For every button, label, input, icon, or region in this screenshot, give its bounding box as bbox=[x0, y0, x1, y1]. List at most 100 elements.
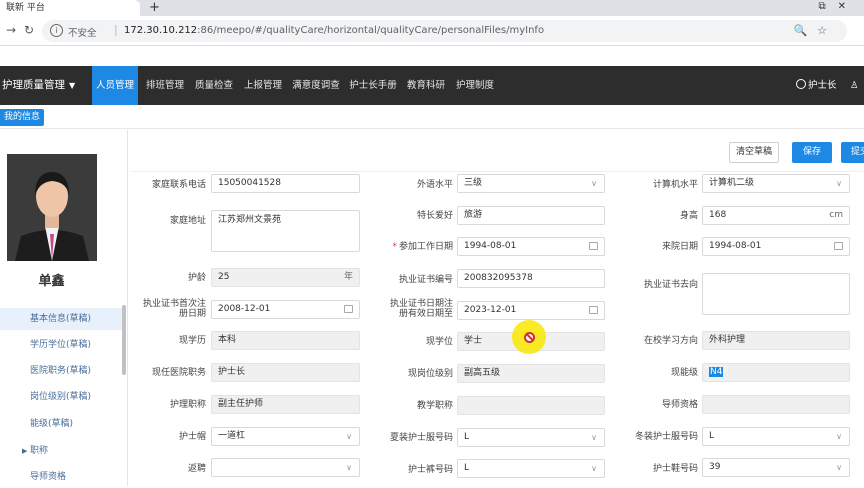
chevron-down-icon: ∨ bbox=[591, 179, 597, 188]
ability-level-input[interactable]: N4 bbox=[702, 363, 850, 382]
computer-select[interactable]: 计算机二级 ∨ bbox=[702, 174, 850, 193]
page-tabs: 我的信息 bbox=[0, 105, 864, 129]
url-text[interactable]: 172.30.10.212:86/meepo/#/qualityCare/hor… bbox=[124, 25, 544, 36]
brand-menu[interactable]: 护理质量管理 ▼ bbox=[0, 66, 75, 105]
post-level-input: 副高五级 bbox=[457, 364, 605, 383]
calendar-icon bbox=[834, 242, 843, 250]
clear-draft-button[interactable]: 清空草稿 bbox=[729, 142, 779, 163]
browser-tab[interactable]: 联新 平台 bbox=[0, 0, 140, 16]
nav-label: 质量检查 bbox=[194, 80, 233, 91]
hobby-value: 旅游 bbox=[464, 210, 483, 220]
nav-item-quality[interactable]: 质量检查 bbox=[191, 66, 237, 105]
nav-item-survey[interactable]: 满意度调查 bbox=[289, 66, 343, 105]
chevron-down-icon: ∨ bbox=[836, 179, 842, 188]
rehire-label: 返聘 bbox=[187, 464, 206, 474]
foreign-lang-select[interactable]: 三级 ∨ bbox=[457, 174, 605, 193]
computer-value: 计算机二级 bbox=[709, 178, 755, 188]
nav-item-policy[interactable]: 护理制度 bbox=[452, 66, 498, 105]
license-first-label: 执业证书首次注册日期 bbox=[142, 299, 206, 319]
nav-item-schedule[interactable]: 排班管理 bbox=[142, 66, 188, 105]
license-first-date[interactable]: 2008-12-01 bbox=[211, 300, 360, 319]
nav-label: 排班管理 bbox=[145, 80, 184, 91]
hospital-post-label: 现任医院职务 bbox=[151, 368, 206, 378]
nav-item-handbook[interactable]: 护士长手册 bbox=[346, 66, 400, 105]
winter-size-select[interactable]: L ∨ bbox=[702, 427, 850, 446]
user-icon bbox=[796, 79, 806, 89]
sidebar-item-hospital-post[interactable]: 医院职务(草稿) bbox=[0, 360, 122, 382]
nav-label: 护士长手册 bbox=[349, 80, 397, 91]
nav-item-personnel[interactable]: 人员管理 bbox=[92, 66, 138, 105]
pants-size-select[interactable]: L ∨ bbox=[457, 459, 605, 478]
url-host: 172.30.10.212 bbox=[124, 25, 198, 36]
mentor-label: 导师资格 bbox=[661, 400, 698, 410]
nursing-title-label: 护理职称 bbox=[169, 400, 206, 410]
user-menu[interactable]: 护士长 bbox=[796, 66, 837, 105]
education-input: 本科 bbox=[211, 331, 360, 350]
license-no-value: 200832095378 bbox=[464, 273, 533, 283]
sidebar-item-mentor[interactable]: 导师资格 bbox=[0, 466, 122, 488]
work-start-date[interactable]: 1994-08-01 bbox=[457, 237, 605, 256]
sidebar-item-status: (草稿) bbox=[48, 419, 74, 429]
summer-size-select[interactable]: L ∨ bbox=[457, 428, 605, 447]
sidebar-item-ability-level[interactable]: 能级(草稿) bbox=[0, 413, 122, 435]
sidebar-item-label: 岗位级别 bbox=[30, 392, 67, 402]
license-valid-value: 2023-12-01 bbox=[464, 305, 517, 315]
tab-my-info[interactable]: 我的信息 bbox=[0, 109, 44, 126]
height-label: 身高 bbox=[679, 211, 698, 221]
hospital-date-value: 1994-08-01 bbox=[709, 241, 762, 251]
rehire-select[interactable]: ∨ bbox=[211, 458, 360, 477]
winter-size-value: L bbox=[709, 431, 715, 441]
nurse-cap-select[interactable]: 一道杠 ∨ bbox=[211, 427, 360, 446]
mentor-input bbox=[702, 395, 850, 414]
work-start-value: 1994-08-01 bbox=[464, 241, 517, 251]
chevron-down-icon: ∨ bbox=[591, 433, 597, 442]
nav-item-report[interactable]: 上报管理 bbox=[240, 66, 286, 105]
license-no-input[interactable]: 200832095378 bbox=[457, 269, 605, 288]
submit-button[interactable]: 提交 bbox=[841, 142, 864, 163]
sidebar-item-title[interactable]: ▶ 职称 bbox=[0, 440, 122, 462]
sidebar-item-education[interactable]: 学历学位(草稿) bbox=[0, 334, 122, 356]
url-box[interactable]: i 不安全 | 172.30.10.212:86/meepo/#/quality… bbox=[42, 20, 847, 42]
save-button[interactable]: 保存 bbox=[792, 142, 832, 163]
work-start-label-text: 参加工作日期 bbox=[398, 242, 453, 252]
study-label: 在校学习方向 bbox=[643, 336, 698, 346]
back-icon[interactable]: → bbox=[6, 23, 16, 37]
address-textarea[interactable]: 江苏郑州文景苑 bbox=[211, 210, 360, 252]
window-controls[interactable]: ⧉✕ bbox=[818, 1, 858, 12]
foreign-lang-value: 三级 bbox=[464, 178, 483, 188]
chevron-down-icon: ∨ bbox=[346, 463, 352, 472]
shoe-size-label: 护士鞋号码 bbox=[652, 464, 698, 474]
sidebar-item-basic-info[interactable]: 基本信息(草稿) bbox=[0, 308, 122, 330]
new-tab-button[interactable]: + bbox=[149, 0, 160, 16]
home-phone-input[interactable]: 15050041528 bbox=[211, 174, 360, 193]
account-icon[interactable]: ♙ bbox=[850, 66, 859, 105]
shoe-size-select[interactable]: 39 ∨ bbox=[702, 458, 850, 477]
caret-right-icon: ▶ bbox=[22, 447, 28, 455]
chevron-down-icon: ∨ bbox=[346, 432, 352, 441]
sidebar-item-status: (草稿) bbox=[66, 340, 92, 350]
address-value: 江苏郑州文景苑 bbox=[218, 215, 282, 225]
license-first-value: 2008-12-01 bbox=[218, 304, 271, 314]
chevron-down-icon: ∨ bbox=[591, 464, 597, 473]
license-dest-textarea[interactable] bbox=[702, 273, 850, 315]
omnibox-icons[interactable]: 🔍☆ bbox=[793, 24, 837, 37]
hospital-date-label: 来院日期 bbox=[661, 242, 698, 252]
hobby-input[interactable]: 旅游 bbox=[457, 206, 605, 225]
hospital-date[interactable]: 1994-08-01 bbox=[702, 237, 850, 256]
info-icon[interactable]: i bbox=[50, 24, 63, 37]
license-valid-date[interactable]: 2023-12-01 bbox=[457, 301, 605, 320]
url-path: :86/meepo/#/qualityCare/horizontal/quali… bbox=[197, 25, 545, 36]
reload-icon[interactable]: ↻ bbox=[24, 23, 34, 37]
sidebar-scrollbar[interactable] bbox=[122, 305, 126, 375]
sidebar-item-post-level[interactable]: 岗位级别(草稿) bbox=[0, 386, 122, 408]
license-valid-label: 执业证书日期注册有效日期至 bbox=[389, 299, 453, 319]
nav-item-research[interactable]: 教育科研 bbox=[403, 66, 449, 105]
nursing-title-value: 副主任护师 bbox=[218, 399, 264, 409]
hospital-post-input: 护士长 bbox=[211, 363, 360, 382]
chevron-down-icon: ∨ bbox=[836, 432, 842, 441]
height-input[interactable]: 168 cm bbox=[702, 206, 850, 225]
teaching-title-input bbox=[457, 396, 605, 415]
height-unit: cm bbox=[829, 210, 843, 220]
license-no-label: 执业证书编号 bbox=[398, 275, 453, 285]
calendar-icon bbox=[589, 306, 598, 314]
